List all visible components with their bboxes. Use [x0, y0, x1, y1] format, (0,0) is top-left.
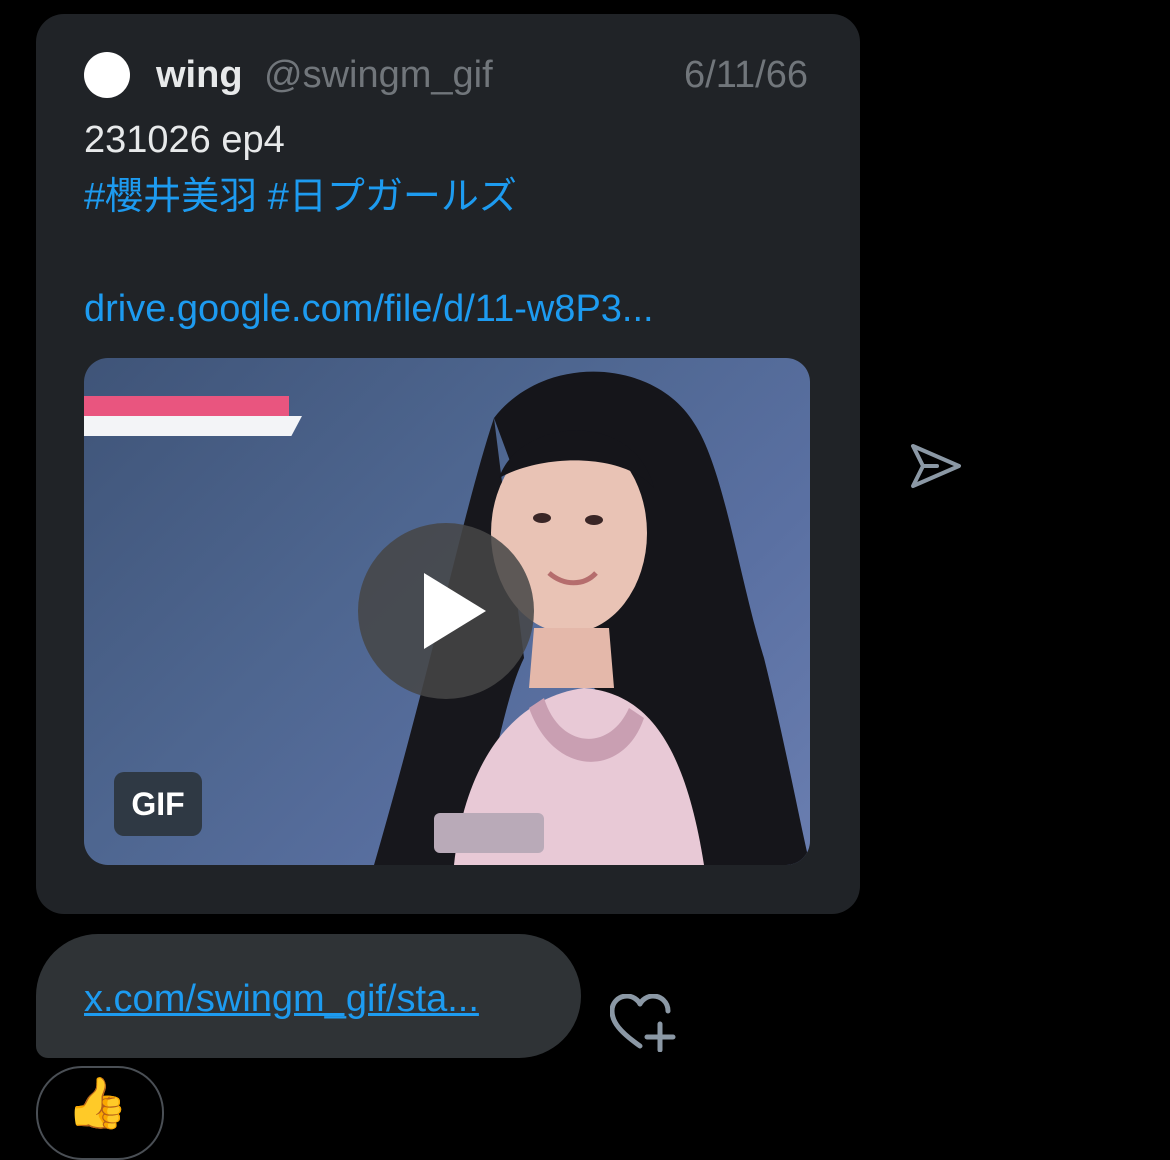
author-name[interactable]: wing [156, 52, 243, 98]
author-handle[interactable]: @swingm_gif [264, 52, 493, 98]
play-icon [424, 573, 486, 649]
tweet-text: 231026 ep4 [84, 119, 285, 161]
play-button[interactable] [358, 523, 534, 699]
thumbs-up-reaction: 👍 [66, 1075, 129, 1131]
tweet-link[interactable]: drive.google.com/file/d/11-w8P3... [84, 286, 654, 332]
send-icon[interactable] [907, 438, 963, 494]
gif-badge: GIF [114, 772, 202, 836]
tweet-date: 6/11/66 [684, 54, 808, 96]
author-avatar[interactable] [84, 52, 130, 98]
background-stripe-white [84, 416, 302, 436]
background-stripe-pink [84, 396, 289, 416]
tweet-hashtags[interactable]: #櫻井美羽 #日プガールズ [84, 174, 517, 220]
heart-plus-icon[interactable] [610, 994, 676, 1052]
message-link[interactable]: x.com/swingm_gif/sta... [84, 976, 479, 1022]
tweet-media-gif[interactable]: GIF [84, 358, 810, 865]
